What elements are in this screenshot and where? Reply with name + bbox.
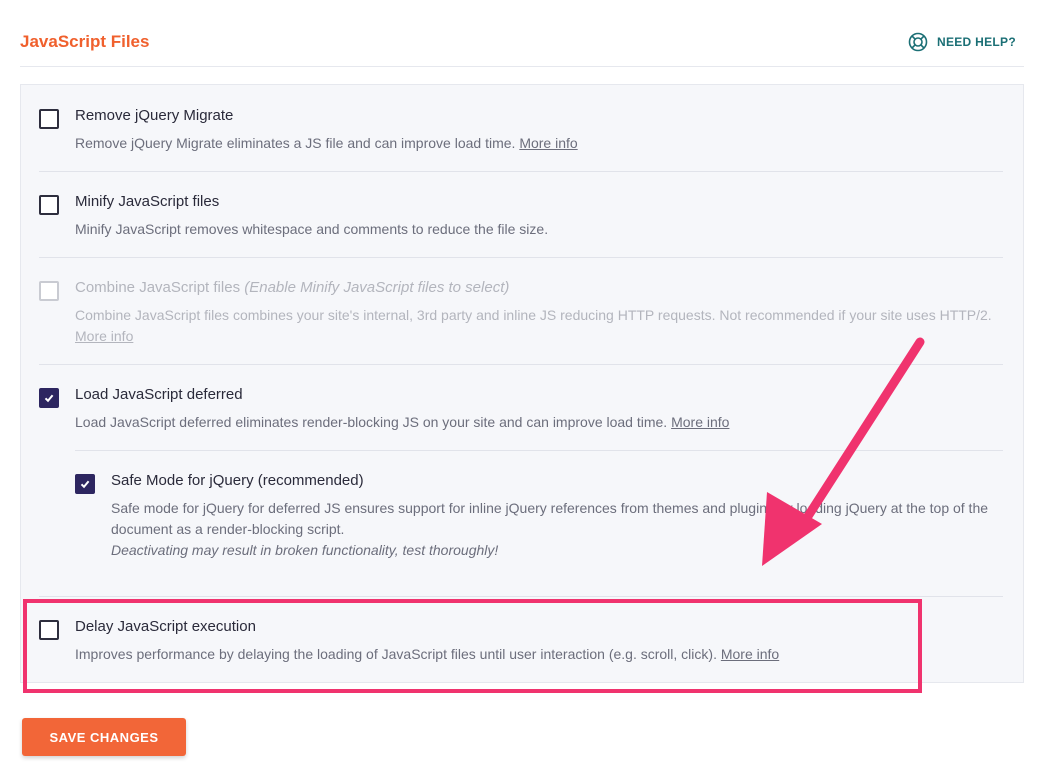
annotation-arrow-icon [762,337,925,566]
settings-page: JavaScript Files NEED HELP? Remove jQuer… [0,0,1044,780]
save-changes-button[interactable]: SAVE CHANGES [22,718,186,756]
